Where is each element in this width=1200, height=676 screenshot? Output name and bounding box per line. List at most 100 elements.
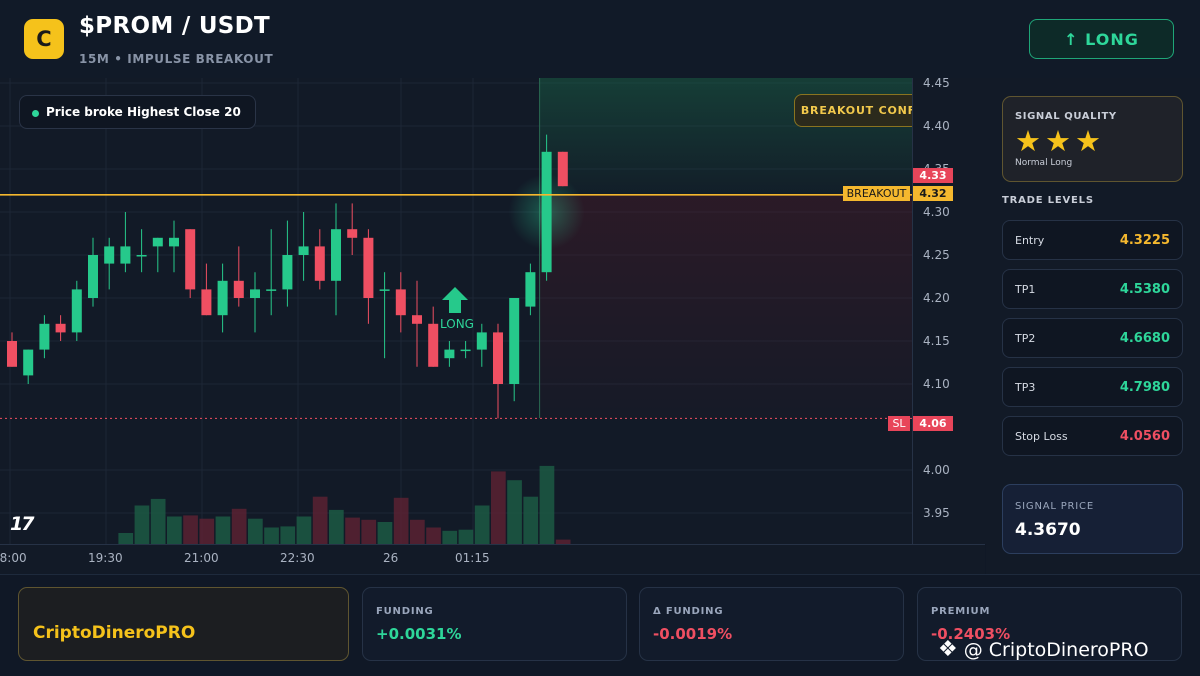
candle-body: [412, 315, 422, 324]
candle-body: [266, 289, 277, 291]
volume-bar: [312, 496, 328, 544]
premium-title: PREMIUM: [931, 606, 991, 617]
candle-body: [136, 255, 147, 257]
level-tp2: TP2 4.6680: [1002, 318, 1183, 358]
candle-body: [331, 229, 341, 281]
x-tick: 22:30: [280, 551, 315, 565]
breakout-line-label: BREAKOUT: [843, 186, 910, 201]
status-dot-icon: [32, 110, 39, 117]
breakout-price-tag: 4.32: [913, 186, 953, 201]
signal-price-value: 4.3670: [1015, 520, 1081, 540]
volume-bar: [215, 516, 231, 544]
y-tick: 4.15: [923, 334, 950, 348]
candle-body: [201, 289, 212, 316]
candle-body: [557, 151, 568, 187]
candle-body: [23, 349, 34, 376]
candle-body: [314, 246, 325, 281]
volume-bar: [377, 522, 393, 544]
candle-body: [120, 246, 131, 264]
signal-quality-card: SIGNAL QUALITY ★★★ Normal Long: [1002, 96, 1183, 182]
candle-body: [169, 237, 179, 247]
candle-body: [428, 323, 439, 367]
price-axis[interactable]: 4.45 4.40 4.35 4.30 4.25 4.20 4.15 4.10 …: [912, 76, 986, 544]
candle-body: [152, 237, 163, 247]
volume-bar: [410, 519, 425, 544]
long-marker-label: LONG: [440, 317, 474, 331]
volume-bar: [248, 518, 263, 544]
timeframe-subtitle: 15M • IMPULSE BREAKOUT: [79, 52, 274, 66]
level-value: 4.0560: [1119, 429, 1170, 444]
candle-body: [476, 332, 487, 350]
watermark-text: @ CriptoDineroPRO: [963, 638, 1149, 661]
watermark: ❖ @ CriptoDineroPRO: [938, 637, 1149, 662]
candle-body: [7, 341, 17, 367]
candle-body: [541, 151, 552, 273]
level-value: 4.6680: [1119, 331, 1170, 346]
level-value: 4.3225: [1119, 233, 1170, 248]
trade-levels-title: TRADE LEVELS: [1002, 195, 1094, 206]
volume-bar: [329, 509, 344, 544]
level-tp1: TP1 4.5380: [1002, 269, 1183, 309]
candle-body: [395, 289, 406, 316]
y-tick: 4.25: [923, 248, 950, 262]
volume-bar: [199, 518, 215, 544]
y-tick: 4.20: [923, 291, 950, 305]
long-signal-button[interactable]: ↑ LONG: [1029, 19, 1174, 59]
candle-body: [71, 289, 82, 333]
volume-bar: [118, 533, 134, 544]
x-tick: 19:30: [88, 551, 123, 565]
volume-bar: [167, 516, 182, 544]
volume-bar: [458, 529, 474, 544]
y-tick: 4.00: [923, 463, 950, 477]
volume-bar: [280, 526, 296, 544]
signal-quality-title: SIGNAL QUALITY: [1015, 111, 1117, 122]
long-entry-marker: LONG: [440, 286, 474, 331]
brand-card: CriptoDineroPRO: [18, 587, 349, 661]
pair-title: $PROM / USDT: [79, 13, 271, 39]
level-entry: Entry 4.3225: [1002, 220, 1183, 260]
candle-body: [233, 280, 244, 298]
stop-loss-zone: [539, 194, 912, 419]
candle-body: [250, 289, 260, 298]
volume-bar: [442, 530, 458, 544]
candle-body: [282, 255, 293, 290]
time-axis[interactable]: 18:00 19:30 21:00 22:30 26 01:15: [0, 544, 985, 574]
sl-line-label: SL: [888, 416, 910, 431]
level-stop-loss: Stop Loss 4.0560: [1002, 416, 1183, 456]
volume-bar: [507, 480, 522, 544]
y-tick: 4.30: [923, 205, 950, 219]
y-tick: 4.10: [923, 377, 950, 391]
volume-bar: [183, 515, 198, 544]
volume-bar: [150, 498, 166, 544]
y-tick: 4.45: [923, 76, 950, 90]
signal-price-title: SIGNAL PRICE: [1015, 501, 1094, 512]
x-tick: 18:00: [0, 551, 27, 565]
volume-bar: [345, 517, 360, 544]
star-rating-icon: ★★★: [1015, 124, 1105, 158]
signal-quality-label: Normal Long: [1015, 158, 1073, 168]
volume-bar: [474, 505, 490, 544]
x-tick: 26: [383, 551, 399, 565]
delta-funding-card: Δ FUNDING -0.0019%: [639, 587, 904, 661]
header-bar: [0, 0, 1200, 79]
level-value: 4.7980: [1119, 380, 1170, 395]
level-value: 4.5380: [1119, 282, 1170, 297]
candle-body: [298, 246, 309, 255]
level-tp3: TP3 4.7980: [1002, 367, 1183, 407]
volume-bar: [523, 496, 539, 544]
brand-name: CriptoDineroPRO: [33, 623, 196, 643]
candle-body: [460, 349, 471, 352]
y-tick: 4.40: [923, 119, 950, 133]
funding-title: FUNDING: [376, 606, 434, 617]
level-name: Entry: [1015, 234, 1045, 247]
breakout-note: Price broke Highest Close 20: [19, 95, 256, 129]
binance-logo-icon: ❖: [938, 637, 958, 662]
candle-body: [379, 289, 390, 291]
x-tick: 21:00: [184, 551, 219, 565]
level-name: TP1: [1015, 283, 1036, 296]
volume-bar: [134, 505, 150, 544]
candle-body: [444, 349, 455, 359]
volume-bar: [491, 471, 506, 544]
funding-value: +0.0031%: [376, 625, 462, 643]
candle-body: [525, 272, 536, 307]
